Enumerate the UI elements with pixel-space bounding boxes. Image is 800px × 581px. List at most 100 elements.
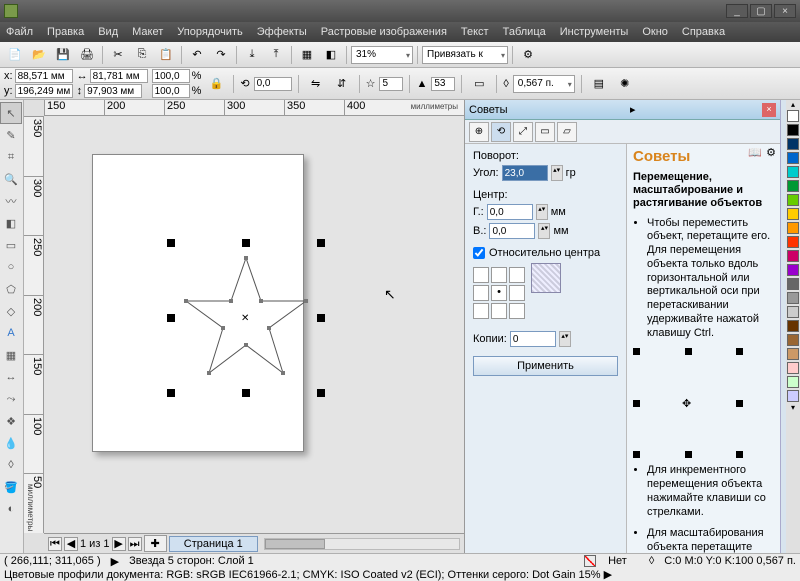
palette-swatch[interactable]: [787, 222, 799, 234]
anchor-nw[interactable]: [473, 267, 489, 283]
palette-swatch[interactable]: [787, 124, 799, 136]
polygon-tool-icon[interactable]: ⬠: [0, 278, 22, 300]
lock-ratio-icon[interactable]: 🔒: [205, 74, 227, 94]
menu-bitmaps[interactable]: Растровые изображения: [321, 26, 447, 38]
star-shape[interactable]: [181, 253, 311, 383]
zoom-tool-icon[interactable]: 🔍: [0, 168, 22, 190]
app-launcher-icon[interactable]: ▦: [296, 45, 318, 65]
copies-input[interactable]: [510, 331, 556, 347]
palette-swatch[interactable]: [787, 208, 799, 220]
palette-swatch[interactable]: [787, 250, 799, 262]
redo-icon[interactable]: ↷: [210, 45, 232, 65]
menu-tools[interactable]: Инструменты: [560, 26, 629, 38]
effects, blend-tool-icon[interactable]: ❖: [0, 410, 22, 432]
dimension-tool-icon[interactable]: ↔: [0, 366, 22, 388]
add-page-button[interactable]: ✚: [144, 535, 167, 552]
transform-size-icon[interactable]: ▭: [535, 122, 555, 142]
relative-checkbox[interactable]: [473, 247, 485, 259]
freehand-tool-icon[interactable]: 〰: [0, 190, 22, 212]
center-h-input[interactable]: [487, 204, 533, 220]
table-tool-icon[interactable]: ▦: [0, 344, 22, 366]
interactive-fill-icon[interactable]: ◐: [0, 498, 22, 520]
rectangle-tool-icon[interactable]: ▭: [0, 234, 22, 256]
hscroll-thumb[interactable]: [265, 539, 325, 549]
mirror-v-icon[interactable]: ⇵: [331, 74, 353, 94]
undo-icon[interactable]: ↶: [186, 45, 208, 65]
menu-window[interactable]: Окно: [642, 26, 668, 38]
palette-swatch[interactable]: [787, 292, 799, 304]
fill-tool-icon[interactable]: 🪣: [0, 476, 22, 498]
open-icon[interactable]: 📂: [28, 45, 50, 65]
handle-e[interactable]: [317, 314, 325, 322]
angle-input[interactable]: [502, 165, 548, 181]
center-v-spinner[interactable]: ▴▾: [538, 223, 550, 239]
anchor-s[interactable]: [491, 303, 507, 319]
palette-swatch[interactable]: [787, 138, 799, 150]
palette-swatch[interactable]: [787, 194, 799, 206]
outline-tool-icon[interactable]: ◊: [0, 454, 22, 476]
copies-spinner[interactable]: ▴▾: [559, 331, 571, 347]
palette-swatch[interactable]: [787, 348, 799, 360]
palette-swatch[interactable]: [787, 110, 799, 122]
handle-ne[interactable]: [317, 239, 325, 247]
star-points-input[interactable]: [379, 77, 403, 91]
new-icon[interactable]: 📄: [4, 45, 26, 65]
anchor-c[interactable]: [491, 285, 507, 301]
handle-sw[interactable]: [167, 389, 175, 397]
selection-bbox[interactable]: ✕: [171, 243, 321, 393]
palette-swatch[interactable]: [787, 264, 799, 276]
page-next-button[interactable]: ▶: [112, 537, 126, 551]
menu-table[interactable]: Таблица: [503, 26, 546, 38]
import-icon[interactable]: ⤓: [241, 45, 263, 65]
center-h-spinner[interactable]: ▴▾: [536, 204, 548, 220]
handle-se[interactable]: [317, 389, 325, 397]
transform-position-icon[interactable]: ⊕: [469, 122, 489, 142]
menu-edit[interactable]: Правка: [47, 26, 84, 38]
save-icon[interactable]: 💾: [52, 45, 74, 65]
export-icon[interactable]: ⤒: [265, 45, 287, 65]
anchor-sw[interactable]: [473, 303, 489, 319]
page-tab-1[interactable]: Страница 1: [169, 536, 258, 552]
anchor-w[interactable]: [473, 285, 489, 301]
eyedropper-tool-icon[interactable]: 💧: [0, 432, 22, 454]
ellipse-tool-icon[interactable]: ○: [0, 256, 22, 278]
convert-icon[interactable]: ✺: [614, 74, 636, 94]
menu-file[interactable]: Файл: [6, 26, 33, 38]
shape-tool-icon[interactable]: ✎: [0, 124, 22, 146]
palette-swatch[interactable]: [787, 376, 799, 388]
wrap-text-icon[interactable]: ▤: [588, 74, 610, 94]
outline-swatch-icon[interactable]: ◊: [649, 555, 654, 567]
palette-swatch[interactable]: [787, 306, 799, 318]
transform-scale-icon[interactable]: ⤢: [513, 122, 533, 142]
text-tool-icon[interactable]: A: [0, 322, 22, 344]
page-last-button[interactable]: ⏭: [128, 537, 142, 551]
docker-close-button[interactable]: ×: [762, 103, 776, 117]
palette-swatch[interactable]: [787, 278, 799, 290]
anchor-n[interactable]: [491, 267, 507, 283]
height-input[interactable]: [84, 84, 142, 98]
mirror-h-icon[interactable]: ⇋: [305, 74, 327, 94]
options-icon[interactable]: ⚙: [517, 45, 539, 65]
transform-skew-icon[interactable]: ▱: [557, 122, 577, 142]
apply-button[interactable]: Применить: [473, 356, 618, 376]
outline-pen-icon[interactable]: ▭: [468, 74, 490, 94]
print-icon[interactable]: 🖨: [76, 45, 98, 65]
basic-shapes-icon[interactable]: ◇: [0, 300, 22, 322]
maximize-button[interactable]: ▢: [750, 4, 772, 18]
palette-scroll-up[interactable]: ▴: [786, 100, 800, 109]
ruler-horizontal[interactable]: 150200250300350400: [44, 100, 464, 116]
handle-nw[interactable]: [167, 239, 175, 247]
palette-swatch[interactable]: [787, 362, 799, 374]
rotate-input[interactable]: [254, 77, 292, 91]
canvas[interactable]: ✕ ↖: [44, 116, 464, 533]
width-input[interactable]: [90, 69, 148, 83]
hscrollbar[interactable]: [264, 538, 460, 550]
y-input[interactable]: [15, 84, 73, 98]
anchor-e[interactable]: [509, 285, 525, 301]
angle-spinner[interactable]: ▴▾: [551, 165, 563, 181]
crop-tool-icon[interactable]: ⌗: [0, 146, 22, 168]
x-input[interactable]: [15, 69, 73, 83]
welcome-icon[interactable]: ◧: [320, 45, 342, 65]
paste-icon[interactable]: 📋: [155, 45, 177, 65]
menu-layout[interactable]: Макет: [132, 26, 163, 38]
